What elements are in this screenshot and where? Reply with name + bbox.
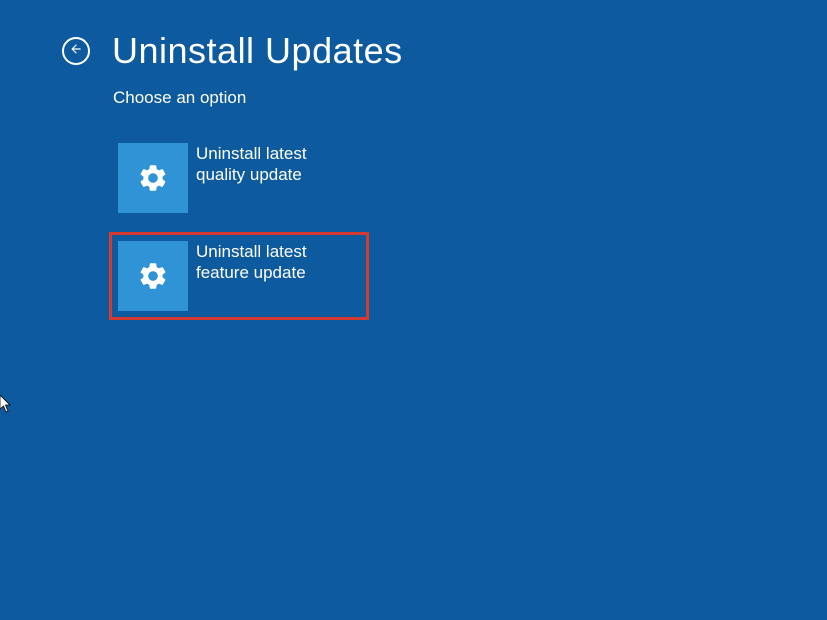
option-quality-label: Uninstall latest quality update xyxy=(196,143,356,186)
option-feature-label: Uninstall latest feature update xyxy=(196,241,356,284)
back-button[interactable] xyxy=(62,37,90,65)
uninstall-quality-update-button[interactable]: Uninstall latest quality update xyxy=(109,134,369,222)
page-subtitle: Choose an option xyxy=(0,88,827,108)
back-arrow-icon xyxy=(69,42,83,61)
page-title: Uninstall Updates xyxy=(112,30,403,72)
gear-icon xyxy=(118,143,188,213)
uninstall-feature-update-button[interactable]: Uninstall latest feature update xyxy=(109,232,369,320)
options-container: Uninstall latest quality update Uninstal… xyxy=(0,134,827,320)
cursor-icon xyxy=(0,395,14,418)
gear-icon xyxy=(118,241,188,311)
